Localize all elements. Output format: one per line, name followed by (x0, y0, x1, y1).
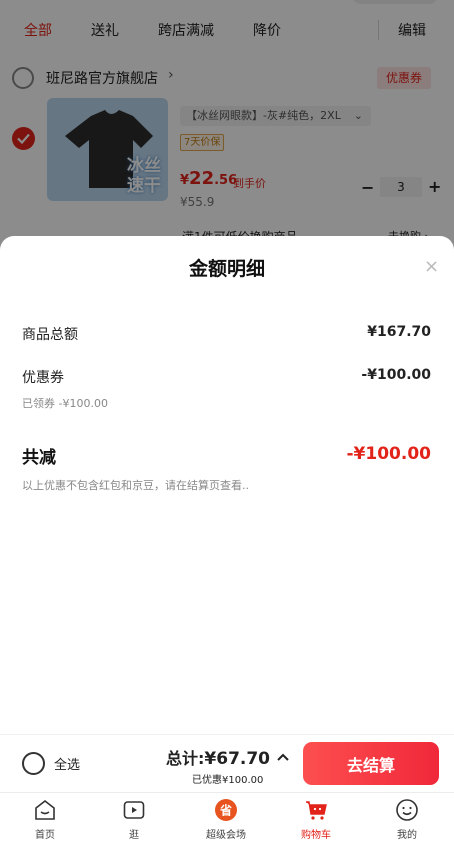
close-icon[interactable]: × (424, 256, 439, 277)
bottom-tab-bar: 首页 逛 省 超级会场 购物车 我的 (0, 792, 454, 850)
tabbar-label-browse: 逛 (129, 830, 139, 841)
svg-text:省: 省 (219, 803, 232, 818)
dim-overlay[interactable] (0, 0, 454, 260)
tabbar-label-home: 首页 (35, 830, 55, 841)
tabbar-label-super-venue: 超级会场 (206, 830, 246, 841)
tabbar-label-profile: 我的 (397, 830, 417, 841)
tabbar-item-super-venue[interactable]: 省 超级会场 (181, 793, 271, 850)
select-all-label[interactable]: 全选 (54, 754, 80, 773)
checkout-bar: 全选 总计:¥67.70 已优惠¥100.00 去结算 (0, 734, 454, 792)
saved-amount: 已优惠¥100.00 (192, 775, 264, 786)
chevron-up-icon[interactable] (276, 752, 290, 762)
tabbar-label-cart: 购物车 (301, 830, 331, 841)
amount-detail-sheet: 金额明细 × 商品总额 ¥167.70 优惠券 -¥100.00 已领券 -¥1… (0, 236, 454, 734)
discount-note: 以上优惠不包含红包和京豆，请在结算页查看.. (22, 479, 249, 492)
tabbar-item-cart[interactable]: 购物车 (271, 793, 361, 850)
profile-icon (396, 799, 418, 821)
cart-icon (306, 801, 327, 820)
coupon-sub-text: 已领券 -¥100.00 (22, 397, 108, 410)
tabbar-item-browse[interactable]: 逛 (89, 793, 179, 850)
sheet-title: 金额明细 (188, 258, 265, 280)
video-icon (123, 801, 145, 819)
checkout-button[interactable]: 去结算 (303, 742, 439, 785)
tabbar-item-profile[interactable]: 我的 (362, 793, 452, 850)
total-amount: ¥67.70 (204, 749, 271, 769)
select-all-radio[interactable] (22, 752, 45, 775)
super-venue-icon: 省 (215, 799, 237, 821)
coupon-value: -¥100.00 (361, 367, 431, 383)
total-reduce-value: -¥100.00 (346, 444, 432, 464)
coupon-label: 优惠券 (22, 370, 64, 386)
total-line: 总计:¥67.70 (166, 745, 270, 769)
tabbar-item-home[interactable]: 首页 (0, 793, 90, 850)
total-prefix: 总计: (166, 749, 205, 768)
goods-total-label: 商品总额 (22, 327, 78, 343)
total-reduce-label: 共减 (22, 448, 56, 468)
home-icon (35, 799, 55, 820)
goods-total-value: ¥167.70 (367, 324, 431, 340)
